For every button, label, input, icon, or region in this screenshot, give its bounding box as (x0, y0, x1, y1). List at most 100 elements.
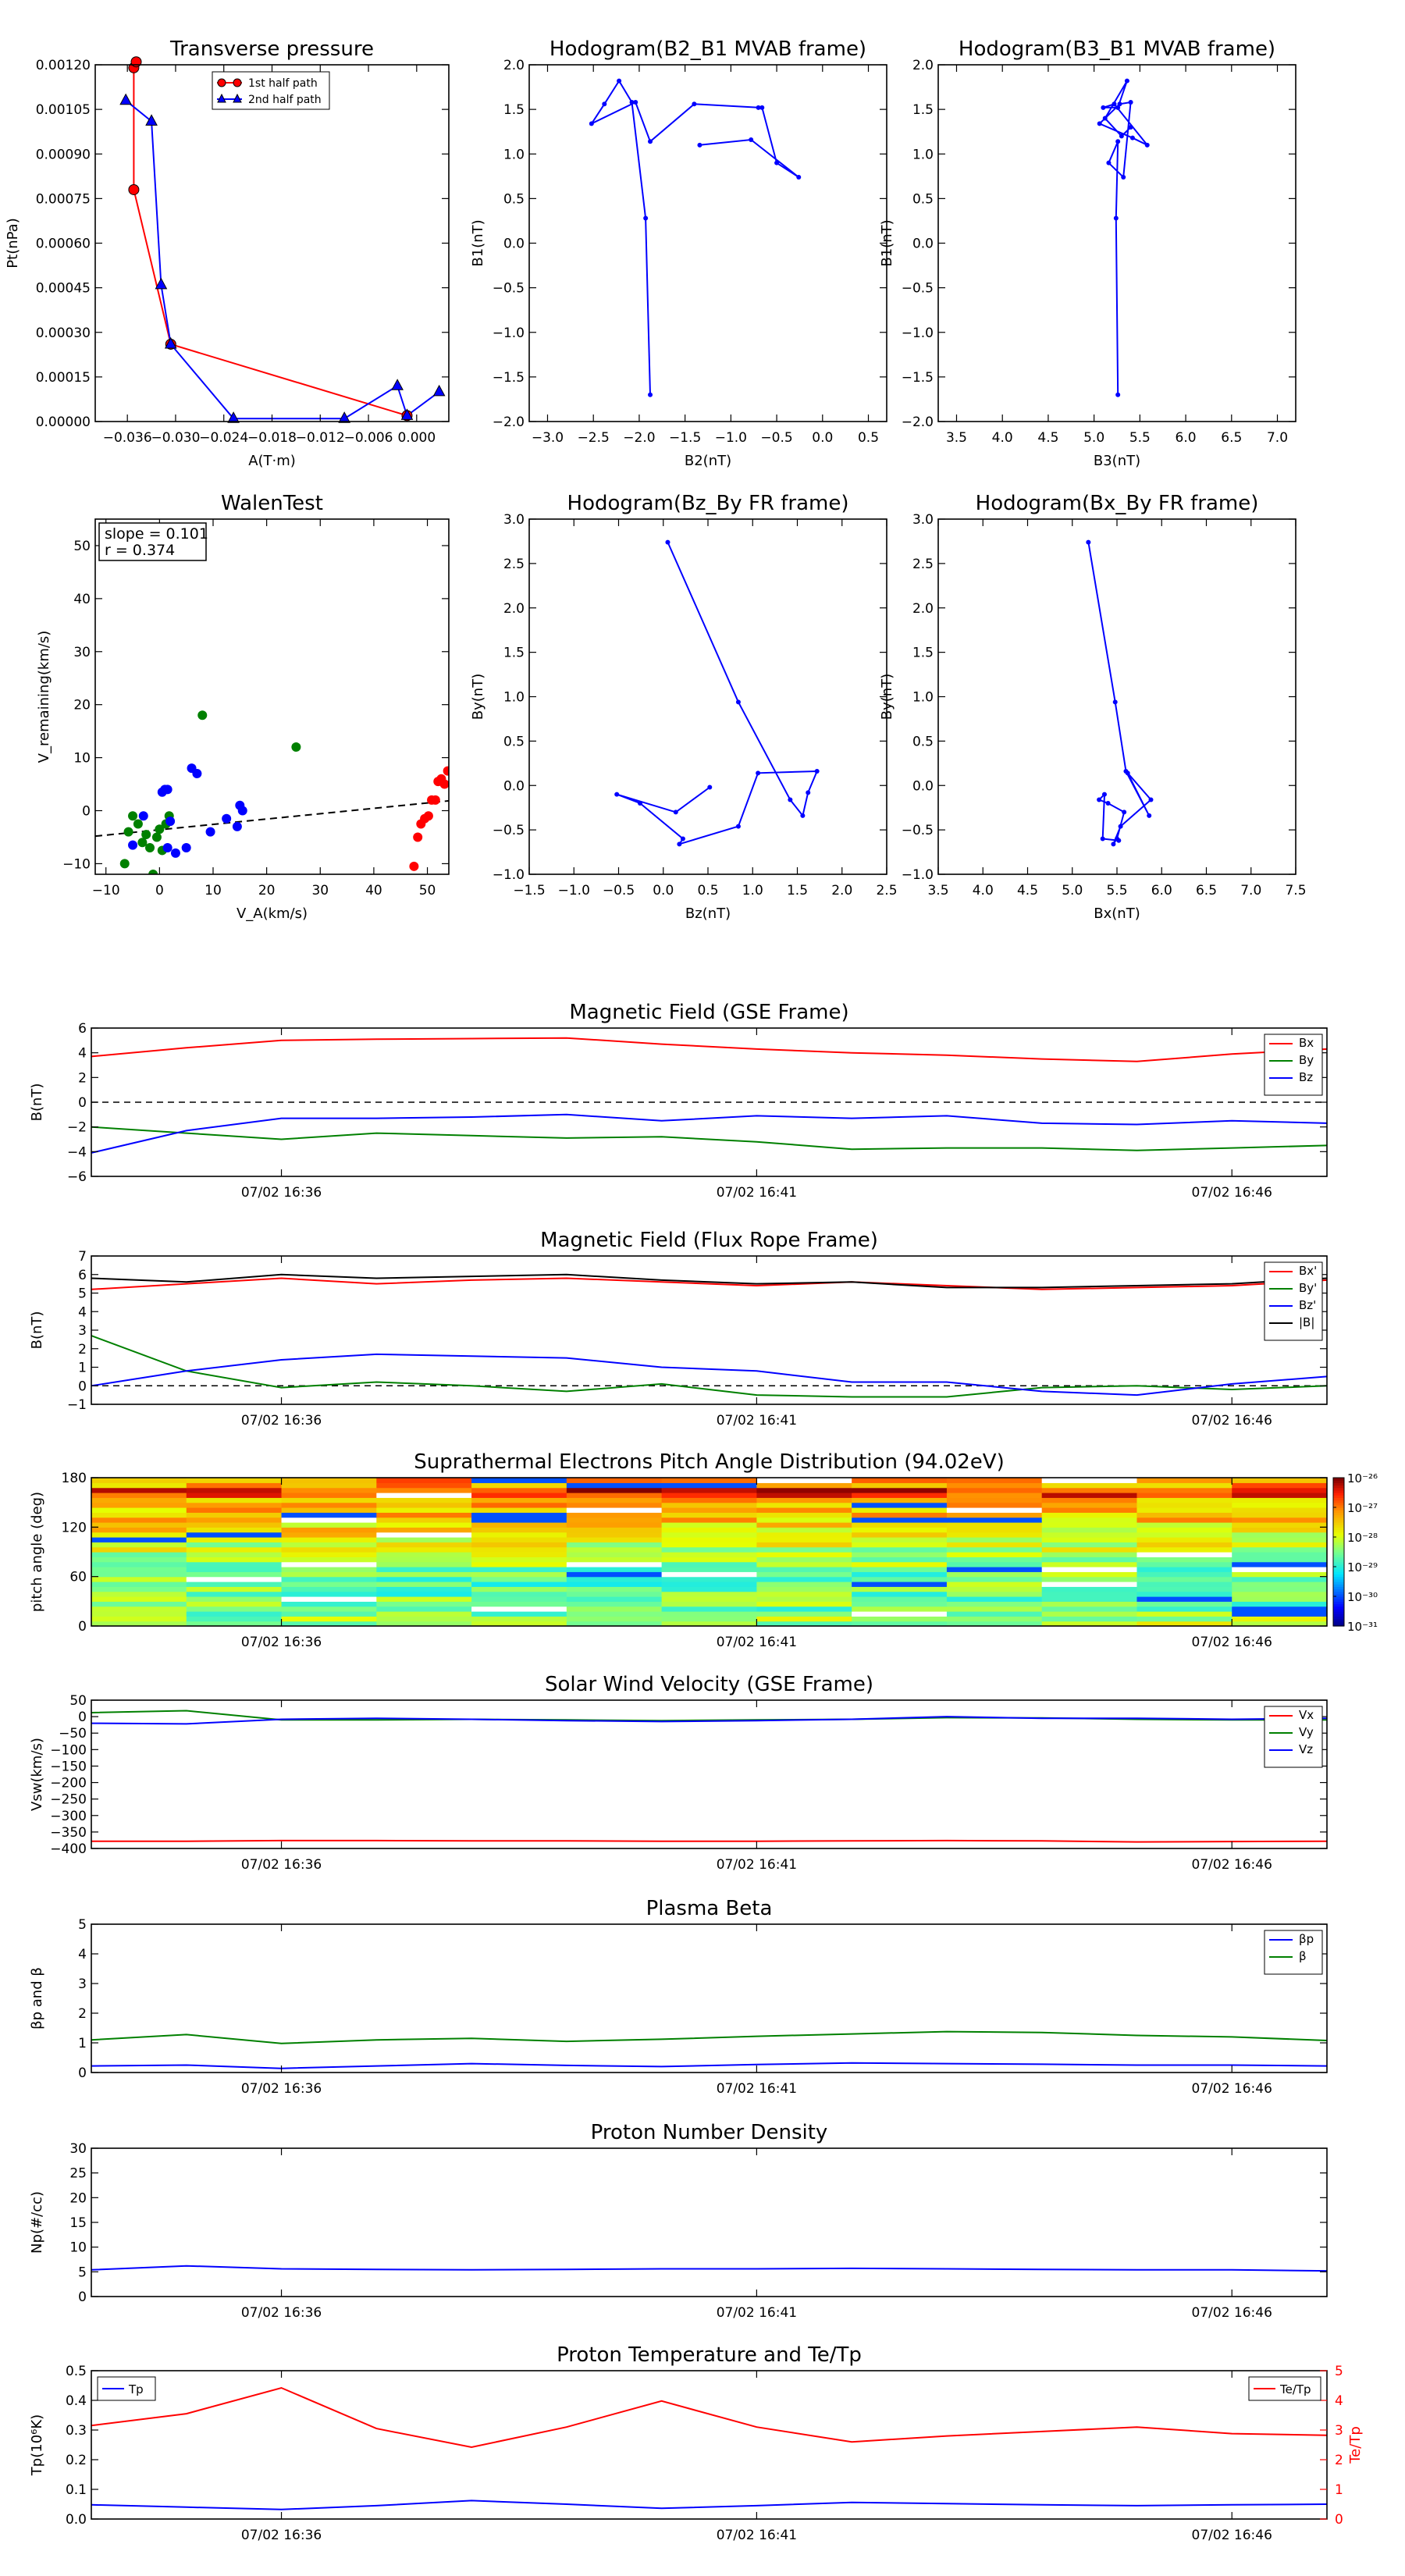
y-tick-label: −10 (62, 856, 91, 872)
heatmap-cell (756, 1502, 852, 1508)
heatmap-cell (1136, 1537, 1232, 1542)
heatmap-cell (756, 1487, 852, 1493)
heatmap-cell (1232, 1502, 1327, 1508)
heatmap-cell (1041, 1478, 1138, 1483)
chart-title: Transverse pressure (169, 37, 374, 61)
heatmap-cell (376, 1616, 472, 1622)
heatmap-cell (946, 1532, 1043, 1538)
heatmap-cell (471, 1532, 567, 1538)
heatmap-cell (661, 1552, 757, 1557)
heatmap-cell (186, 1552, 283, 1557)
heatmap-cell (1041, 1596, 1138, 1602)
heatmap-cell (471, 1537, 567, 1542)
data-point (391, 379, 404, 390)
x-tick-label: 07/02 16:36 (241, 1185, 322, 1201)
heatmap-cell (566, 1606, 663, 1612)
data-point (1125, 770, 1130, 776)
heatmap-cell (91, 1487, 187, 1493)
chart-title: Plasma Beta (646, 1897, 773, 1920)
heatmap-cell (91, 1517, 187, 1523)
y2-tick-label: 5 (1335, 2364, 1343, 2379)
heatmap-cell (281, 1567, 377, 1572)
heatmap-cell (1232, 1487, 1327, 1493)
x-tick-label: 5.5 (1106, 883, 1127, 898)
heatmap-cell (946, 1522, 1043, 1528)
panel-h2: Hodogram(B3_B1 MVAB frame) 3.5 4.0 4.5 5.0 5.… (879, 37, 1297, 469)
heatmap-cell (471, 1507, 567, 1513)
x-tick-label: 07/02 16:46 (1192, 2081, 1272, 2097)
y-tick-label: 6 (78, 1268, 87, 1283)
heatmap-cell (1232, 1552, 1327, 1557)
heatmap-cell (91, 1601, 187, 1607)
data-point (1119, 133, 1124, 139)
heatmap-cell (1232, 1546, 1327, 1553)
y-tick-label: 0.5 (912, 734, 934, 749)
heatmap-cell (661, 1542, 757, 1548)
x-tick-label: 5.0 (1083, 430, 1104, 446)
heatmap-cell (471, 1596, 567, 1602)
heatmap-cell (661, 1478, 757, 1483)
heatmap-cell (1136, 1482, 1232, 1489)
heatmap-cell (566, 1561, 663, 1567)
colorbar-label: 10⁻²⁷ (1347, 1501, 1378, 1515)
data-point (692, 101, 697, 107)
y-tick-label: 0.5 (912, 191, 934, 207)
heatmap-cell (852, 1517, 948, 1523)
x-tick-label: 4.0 (992, 430, 1013, 446)
heatmap-cell (281, 1601, 377, 1607)
y-tick-label: −6 (67, 1169, 87, 1185)
heatmap-cell (281, 1502, 377, 1508)
x-tick-label: 20 (258, 883, 276, 898)
data-point (1115, 392, 1121, 397)
heatmap-cell (661, 1537, 757, 1542)
series-line-2 (91, 1113, 1327, 1154)
y-tick-label: −0.5 (493, 281, 525, 297)
x-tick-label: 30 (311, 883, 329, 898)
y-tick-label: −150 (50, 1759, 87, 1774)
heatmap-cell (661, 1601, 757, 1607)
heatmap-cell (756, 1478, 852, 1483)
data-point (735, 699, 741, 705)
y-tick-label: 4 (78, 1304, 87, 1320)
x-tick-label: 0.0 (653, 883, 674, 898)
heatmap-cell (281, 1611, 377, 1617)
y-tick-label: 0.00015 (36, 370, 91, 386)
y2-tick-label: 0 (1335, 2512, 1343, 2528)
data-point (814, 769, 820, 774)
heatmap-cell (1232, 1557, 1327, 1563)
y-tick-label: 1.0 (503, 147, 525, 162)
heatmap-cell (946, 1571, 1043, 1578)
y-axis-label: By(nT) (470, 674, 486, 720)
heatmap-cell (281, 1586, 377, 1592)
data-point (1113, 215, 1119, 221)
y-tick-label: 2 (78, 1070, 87, 1086)
plot-area (1086, 539, 1154, 847)
plot-area (91, 1273, 1327, 1398)
scatter-point (133, 819, 143, 829)
legend-label: Tp (128, 2382, 144, 2396)
heatmap-cell (852, 1561, 948, 1567)
y-tick-label: 2 (78, 2006, 87, 2022)
axes-frame (91, 1923, 1328, 2073)
y-tick-label: 15 (69, 2215, 87, 2231)
y-tick-label: 0.0 (912, 778, 934, 794)
heatmap-cell (1232, 1601, 1327, 1607)
chart-title: WalenTest (221, 492, 323, 515)
y-axis-label: βp and β (29, 1967, 45, 2030)
heatmap-cell (186, 1606, 283, 1612)
heatmap-cell (471, 1517, 567, 1523)
legend-label: Bz (1299, 1070, 1313, 1084)
panel-pad: Suprathermal Electrons Pitch Angle Distr… (29, 1450, 1378, 1650)
legend-marker (217, 78, 226, 87)
heatmap-cell (471, 1567, 567, 1572)
heatmap-cell (281, 1616, 377, 1622)
x-tick-label: 7.5 (1285, 883, 1306, 898)
heatmap-cell (1041, 1512, 1138, 1518)
y-tick-label: 1.5 (912, 646, 934, 661)
y-axis-label: By(nT) (879, 674, 895, 720)
heatmap-cell (1136, 1517, 1232, 1523)
heatmap-cell (946, 1616, 1043, 1622)
y-axis-label: V_remaining(km/s) (36, 631, 52, 763)
heatmap-cell (376, 1522, 472, 1528)
data-point (1122, 809, 1127, 815)
